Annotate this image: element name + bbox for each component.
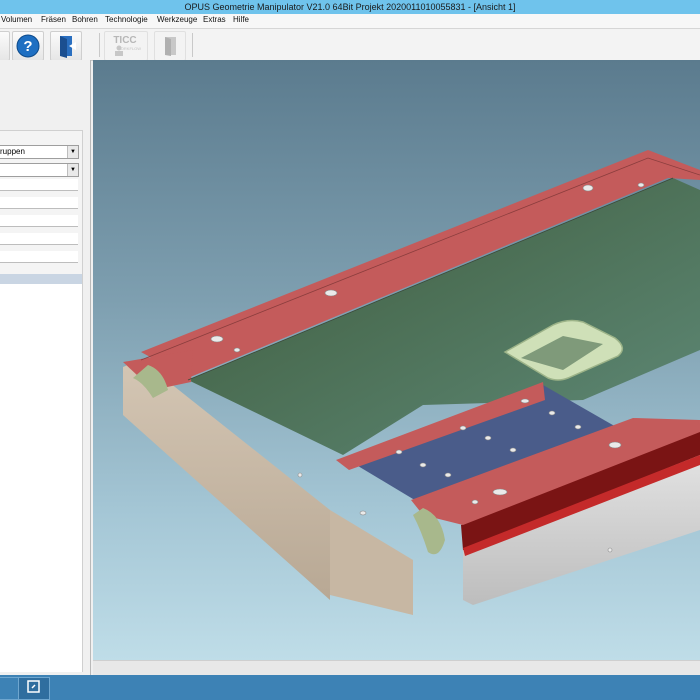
app-switch-icon [27,680,40,693]
menu-werkzeuge[interactable]: Werkzeuge [157,15,197,24]
ticc-workflow-icon: TICC WORKFLOW [113,35,141,56]
chevron-down-icon[interactable]: ▼ [67,146,78,158]
property-field-3[interactable] [0,215,78,227]
exit-button[interactable] [50,31,82,61]
property-field-2[interactable] [0,197,78,209]
group-combo-value: ruppen [0,147,25,156]
door-disabled-button[interactable] [154,31,186,61]
chevron-down-icon[interactable]: ▼ [67,164,78,176]
menu-volumen[interactable]: Volumen [1,15,32,24]
exit-door-icon [60,36,76,58]
group-combo[interactable]: ruppen ▼ [0,145,79,159]
menu-fraesen[interactable]: Fräsen [41,15,66,24]
window-title-bar: OPUS Geometrie Manipulator V21.0 64Bit P… [0,0,700,14]
toolbar-button-partial[interactable] [0,31,10,61]
second-combo[interactable]: ▼ [0,163,79,177]
taskbar [0,675,700,700]
3d-viewport[interactable] [93,60,700,660]
horizontal-scrollbar[interactable] [93,660,700,676]
ticc-workflow-button[interactable]: TICC WORKFLOW [104,31,148,61]
svg-text:?: ? [23,38,32,55]
property-field-5[interactable] [0,251,78,263]
menu-extras[interactable]: Extras [203,15,226,24]
left-panel: ruppen ▼ ▼ [0,60,91,675]
window-title: OPUS Geometrie Manipulator V21.0 64Bit P… [184,2,516,12]
property-field-4[interactable] [0,233,78,245]
menu-hilfe[interactable]: Hilfe [233,15,249,24]
taskbar-app-button[interactable] [18,677,50,700]
door-disabled-icon [165,37,176,56]
object-list[interactable] [0,284,83,672]
part-model [123,150,700,615]
menu-bohren[interactable]: Bohren [72,15,98,24]
front-step-face [330,510,413,615]
menu-bar: Volumen Fräsen Bohren Technologie Werkze… [0,14,700,29]
toolbar: ? TICC WORKFLOW [0,29,700,61]
help-button[interactable]: ? [12,31,44,61]
svg-text:TICC: TICC [113,35,136,46]
menu-technologie[interactable]: Technologie [105,15,148,24]
help-icon: ? [16,34,40,58]
property-field-1[interactable] [0,179,78,191]
list-header [0,274,82,284]
